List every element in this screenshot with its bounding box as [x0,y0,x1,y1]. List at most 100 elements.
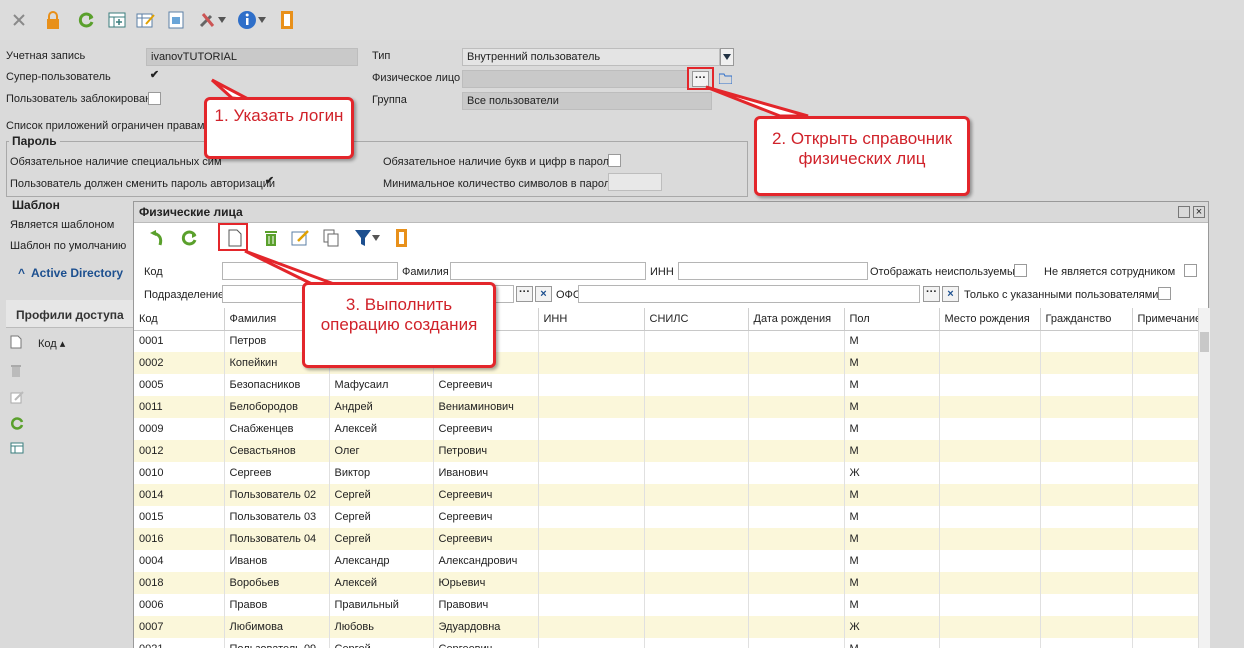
table-cell [1132,352,1199,374]
filter-ofs-input[interactable] [578,285,920,303]
table-row[interactable]: 0009 Снабженцев Алексей Сергеевич М [134,418,1199,440]
table-cell: Сергей [329,638,434,648]
pw-min-label: Минимальное количество символов в пароле [383,178,617,190]
table-cell [644,374,749,396]
close-icon[interactable]: × [1193,206,1205,218]
filter-not-employee-checkbox[interactable] [1184,264,1197,277]
folder-icon[interactable] [717,70,734,87]
table-row[interactable]: 0010 Сергеев Виктор Иванович Ж [134,462,1199,484]
table-cell [1040,418,1133,440]
table-cell: Правильный [329,594,434,616]
code-column-header[interactable]: Код ▴ [38,337,65,350]
chevron-down-icon[interactable] [256,9,268,31]
column-header[interactable]: Гражданство [1040,308,1133,331]
table-row[interactable]: 0011 Белобородов Андрей Вениаминович М [134,396,1199,418]
new-document-icon[interactable] [10,335,24,349]
table-row[interactable]: 0002 Копейкин М [134,352,1199,374]
is-template-label: Является шаблоном [10,219,115,231]
table-row[interactable]: 0021Пользователь 09СергейСергеевич М [134,638,1199,648]
table-row[interactable]: 0006 Правов Правильный Правович М [134,594,1199,616]
copy-icon[interactable] [320,227,342,249]
refresh-icon[interactable] [75,9,97,31]
table-row[interactable]: 0012 Севастьянов Олег Петрович М [134,440,1199,462]
lock-icon[interactable] [42,9,64,31]
table-row[interactable]: 0014 Пользователь 02 Сергей Сергеевич М [134,484,1199,506]
dept-ellipsis-button[interactable]: ··· [516,286,533,302]
pw-letters-checkbox[interactable] [608,154,621,167]
filter-code-input[interactable] [222,262,398,280]
table-cell: Ж [844,616,940,638]
column-header[interactable]: Код [134,308,225,331]
table-cell [538,638,645,648]
pw-min-input[interactable] [608,173,662,191]
ad-label: Active Directory [31,266,124,280]
column-header[interactable]: Пол [844,308,940,331]
person-input[interactable] [462,70,688,88]
callout-1: 1. Указать логин [204,97,354,159]
tools-icon[interactable] [196,9,218,31]
table-cell: Пользователь 04 [224,528,330,550]
chevron-down-icon[interactable] [216,9,228,31]
tab-profiles[interactable]: Профили доступа [6,300,136,328]
scrollbar[interactable] [1198,308,1210,648]
table-cell: Александрович [433,550,539,572]
filter-unused-checkbox[interactable] [1014,264,1027,277]
table-cell: 0010 [134,462,225,484]
chevron-down-icon[interactable] [720,48,734,66]
type-select[interactable]: Внутренний пользователь [462,48,720,66]
column-header[interactable]: СНИЛС [644,308,749,331]
table-row[interactable]: 0018 Воробьев Алексей Юрьевич М [134,572,1199,594]
edit-icon[interactable] [10,390,24,404]
filter-with-users-checkbox[interactable] [1158,287,1171,300]
refresh-icon[interactable] [178,227,200,249]
filter-inn-input[interactable] [678,262,868,280]
table-cell: 0012 [134,440,225,462]
pw-change-checkbox[interactable]: ✔ [263,176,276,189]
table-icon[interactable] [10,442,24,456]
edit-grid-icon[interactable] [135,9,157,31]
column-header[interactable]: Примечание [1132,308,1199,331]
column-header[interactable]: Место рождения [939,308,1041,331]
ad-section-toggle[interactable]: ^ Active Directory [18,266,123,280]
table-cell: М [844,352,940,374]
ofs-ellipsis-button[interactable]: ··· [923,286,940,302]
table-row[interactable]: 0007 Любимова Любовь Эдуардовна Ж [134,616,1199,638]
table-row[interactable]: 0004 Иванов Александр Александрович М [134,550,1199,572]
ofs-clear-icon[interactable]: × [942,286,959,302]
trash-icon[interactable] [10,364,24,378]
table-cell [1132,440,1199,462]
group-input[interactable]: Все пользователи [462,92,712,110]
exit-door-icon[interactable] [390,227,412,249]
exit-door-icon[interactable] [276,9,298,31]
table-cell [644,396,749,418]
table-cell [538,616,645,638]
table-icon[interactable] [106,9,128,31]
filter-surname-input[interactable] [450,262,646,280]
dept-clear-icon[interactable]: × [535,286,552,302]
close-icon[interactable] [8,9,30,31]
refresh-icon[interactable] [10,416,24,430]
table-row[interactable]: 0001 Петров М [134,330,1199,352]
trash-icon[interactable] [260,227,282,249]
chevron-down-icon[interactable] [370,227,382,249]
column-header[interactable]: ИНН [538,308,645,331]
edit-icon[interactable] [290,227,312,249]
column-header[interactable]: Дата рождения [748,308,845,331]
info-icon[interactable] [236,9,258,31]
table-cell: М [844,594,940,616]
table-cell: Любовь [329,616,434,638]
scrollbar-thumb[interactable] [1200,332,1209,352]
table-cell [644,528,749,550]
document-image-icon[interactable] [165,9,187,31]
superuser-checkbox[interactable]: ✔ [148,70,161,83]
table-cell [538,528,645,550]
table-row[interactable]: 0005 Безопасников Мафусаил Сергеевич М [134,374,1199,396]
account-input[interactable]: ivanovTUTORIAL [146,48,358,66]
table-cell: Воробьев [224,572,330,594]
blocked-checkbox[interactable] [148,92,161,105]
maximize-icon[interactable] [1178,206,1190,218]
undo-icon[interactable] [146,227,168,249]
table-row[interactable]: 0015 Пользователь 03 Сергей Сергеевич М [134,506,1199,528]
table-row[interactable]: 0016 Пользователь 04 Сергей Сергеевич М [134,528,1199,550]
table-cell [1040,374,1133,396]
